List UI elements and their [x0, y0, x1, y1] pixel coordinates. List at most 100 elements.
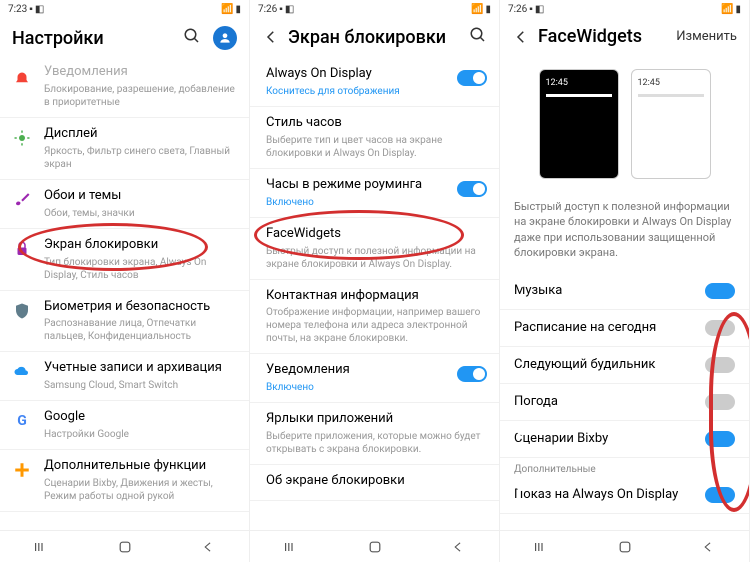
item-sub: Выберите тип и цвет часов на экране блок… [266, 134, 487, 160]
item-contact-info[interactable]: Контактная информация Отображение информ… [250, 280, 499, 355]
toggle[interactable] [705, 357, 735, 373]
item-title: Учетные записи и архивация [44, 360, 237, 377]
item-title: Следующий будильник [514, 357, 655, 372]
settings-item-biometrics[interactable]: Биометрия и безопасность Распознавание л… [0, 291, 249, 353]
page-title: FaceWidgets [538, 26, 676, 47]
status-bar: 7:26▪◧ 📶▮ [500, 0, 749, 18]
toggle[interactable] [705, 283, 735, 299]
settings-item-google[interactable]: G Google Настройки Google [0, 401, 249, 450]
item-title: Уведомления [266, 362, 487, 379]
search-icon[interactable] [469, 26, 487, 48]
notif-icon: ▪ [529, 4, 533, 15]
widget-item-schedule[interactable]: Расписание на сегодня [500, 310, 749, 347]
toggle[interactable] [705, 431, 735, 447]
settings-item-display[interactable]: Дисплей Яркость, Фильтр синего света, Гл… [0, 118, 249, 180]
back-button[interactable] [438, 540, 478, 554]
nav-bar [500, 530, 749, 562]
item-title: Погода [514, 394, 558, 409]
toggle[interactable] [457, 366, 487, 382]
item-title: Обои и темы [44, 188, 237, 205]
item-app-shortcuts[interactable]: Ярлыки приложений Выберите приложения, к… [250, 403, 499, 465]
item-title: Расписание на сегодня [514, 320, 656, 335]
bell-icon [12, 70, 32, 90]
toggle[interactable] [457, 181, 487, 197]
notif-icon: ◧ [35, 4, 44, 15]
preview-bar [638, 94, 704, 97]
home-button[interactable] [605, 539, 645, 555]
toggle[interactable] [705, 487, 735, 503]
recents-button[interactable] [522, 540, 562, 554]
item-sub: Samsung Cloud, Smart Switch [44, 379, 237, 392]
header: Экран блокировки [250, 18, 499, 58]
plus-icon [12, 460, 32, 480]
status-bar: 7:26▪◧ 📶▮ [250, 0, 499, 18]
item-aod[interactable]: Always On Display Коснитесь для отображе… [250, 58, 499, 107]
settings-item-accounts[interactable]: Учетные записи и архивация Samsung Cloud… [0, 352, 249, 401]
preview-time: 12:45 [544, 74, 614, 92]
item-sub: Настройки Google [44, 428, 237, 441]
item-title: Дисплей [44, 126, 237, 143]
recents-button[interactable] [272, 540, 312, 554]
item-facewidgets[interactable]: FaceWidgets Быстрый доступ к полезной ин… [250, 218, 499, 280]
home-button[interactable] [105, 539, 145, 555]
item-roaming-clock[interactable]: Часы в режиме роуминга Включено [250, 169, 499, 218]
cloud-icon [12, 362, 32, 382]
search-icon[interactable] [183, 27, 201, 49]
item-notifications[interactable]: Уведомления Включено [250, 354, 499, 403]
status-time: 7:26 [508, 4, 527, 15]
widget-item-bixby[interactable]: Сценарии Bixby [500, 421, 749, 458]
status-time: 7:26 [258, 4, 277, 15]
widget-item-weather[interactable]: Погода [500, 384, 749, 421]
signal-icon: 📶 [471, 4, 483, 15]
nav-bar [0, 530, 249, 562]
back-icon[interactable] [262, 28, 280, 46]
screen-settings: 7:23▪◧ 📶▮ Настройки Уведомления Блокиров… [0, 0, 250, 562]
screen-facewidgets: 7:26▪◧ 📶▮ FaceWidgets Изменить 12:45 12:… [500, 0, 750, 562]
item-sub: Отображение информации, например вашего … [266, 306, 487, 345]
widget-item-alarm[interactable]: Следующий будильник [500, 347, 749, 384]
item-title: Стиль часов [266, 115, 487, 132]
home-button[interactable] [355, 539, 395, 555]
widget-item-music[interactable]: Музыка [500, 273, 749, 310]
brush-icon [12, 190, 32, 210]
toggle[interactable] [457, 70, 487, 86]
page-title: Экран блокировки [288, 27, 469, 48]
item-sub: Сценарии Bixby, Движения и жесты, Режим … [44, 477, 237, 503]
edit-button[interactable]: Изменить [676, 29, 737, 44]
item-sub: Включено [266, 196, 487, 209]
settings-item-advanced[interactable]: Дополнительные функции Сценарии Bixby, Д… [0, 450, 249, 512]
recents-button[interactable] [22, 540, 62, 554]
notif-icon: ▪ [279, 4, 283, 15]
header: FaceWidgets Изменить [500, 18, 749, 57]
toggle[interactable] [705, 320, 735, 336]
widget-item-aod-show[interactable]: Показ на Always On Display [500, 477, 749, 514]
preview-dark[interactable]: 12:45 [539, 69, 619, 179]
item-title: Google [44, 409, 237, 426]
avatar[interactable] [213, 26, 237, 50]
back-button[interactable] [188, 540, 228, 554]
status-bar: 7:23▪◧ 📶▮ [0, 0, 249, 18]
item-title: Контактная информация [266, 288, 487, 305]
back-icon[interactable] [512, 28, 530, 46]
battery-icon: ▮ [235, 4, 241, 15]
google-icon: G [12, 411, 32, 431]
lock-icon [12, 239, 32, 259]
toggle[interactable] [705, 394, 735, 410]
item-title: Уведомления [44, 64, 237, 81]
settings-item-wallpaper[interactable]: Обои и темы Обои, темы, значки [0, 180, 249, 229]
settings-list: Уведомления Блокирование, разрешение, до… [0, 60, 249, 530]
section-label: Дополнительные [500, 458, 749, 477]
item-sub: Коснитесь для отображения [266, 85, 487, 98]
settings-item-lockscreen[interactable]: Экран блокировки Тип блокировки экрана, … [0, 229, 249, 291]
item-sub: Выберите приложения, которые можно будет… [266, 430, 487, 456]
shield-icon [12, 301, 32, 321]
item-title: Дополнительные функции [44, 458, 237, 475]
preview-light[interactable]: 12:45 [631, 69, 711, 179]
settings-item-notifications[interactable]: Уведомления Блокирование, разрешение, до… [0, 60, 249, 118]
lockscreen-list: Always On Display Коснитесь для отображе… [250, 58, 499, 530]
item-clock-style[interactable]: Стиль часов Выберите тип и цвет часов на… [250, 107, 499, 169]
item-title: Экран блокировки [44, 237, 237, 254]
nav-bar [250, 530, 499, 562]
item-about-lockscreen[interactable]: Об экране блокировки [250, 465, 499, 501]
back-button[interactable] [688, 540, 728, 554]
